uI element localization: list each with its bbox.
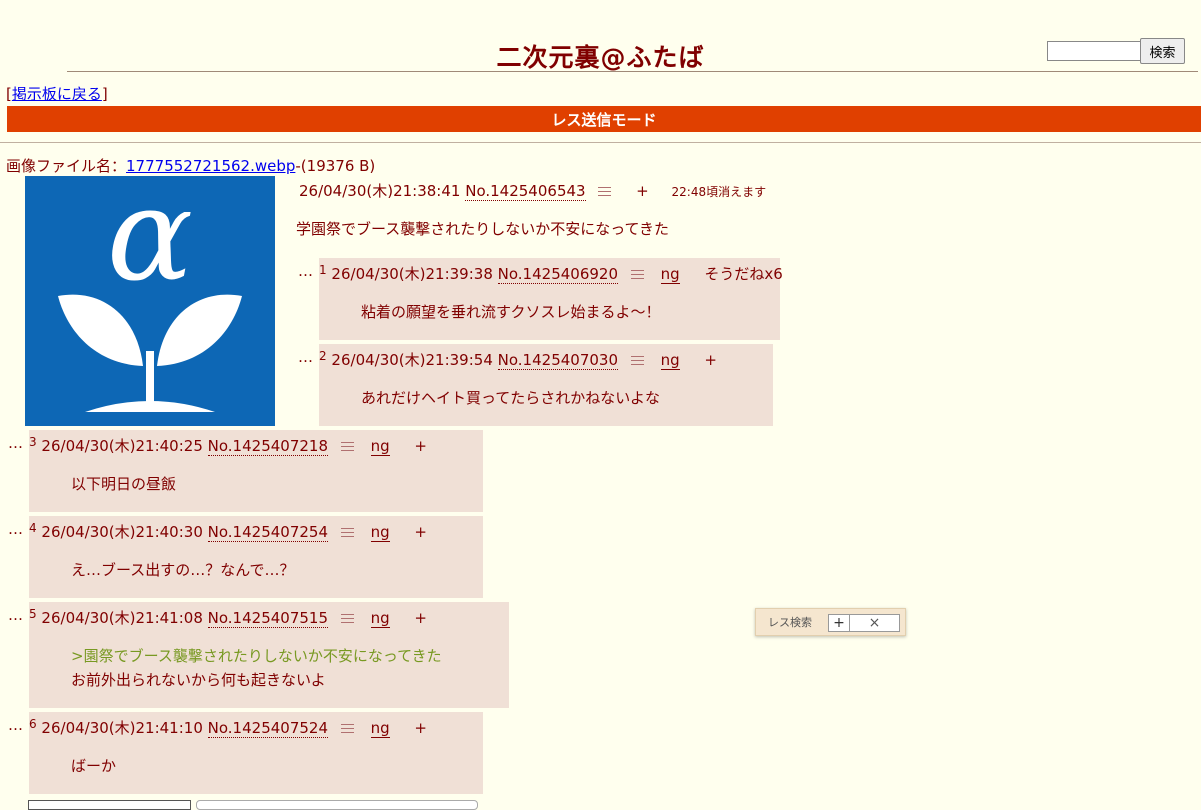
reply-body: 粘着の願望を垂れ流すクソスレ始まるよ～！ [361, 300, 661, 324]
board-title: 二次元裏@ふたば [496, 43, 705, 72]
back-link-container: [掲示板に戻る] [6, 83, 108, 104]
reply-date: 26/04/30(木)21:40:30 [41, 523, 203, 541]
op-thumbnail[interactable]: α [25, 176, 275, 426]
reply-search-label: レス検索 [768, 616, 812, 629]
ng-link[interactable]: ng [660, 351, 680, 370]
quote-line: >園祭でブース襲撃されたりしないか不安になってきた [71, 647, 442, 665]
op-post-number[interactable]: No.1425406543 [465, 182, 586, 201]
title-divider [67, 71, 1198, 72]
post-mode-bar: レス送信モード [7, 106, 1201, 132]
bottom-input-box[interactable] [28, 800, 191, 810]
mode-divider [0, 142, 1201, 143]
reply-number: 3 [29, 435, 37, 449]
list-menu-icon[interactable] [340, 441, 354, 452]
reply-dots: … [298, 262, 313, 280]
reply-2: 2 26/04/30(木)21:39:54 No.1425407030 ng +… [319, 344, 773, 426]
search-input[interactable] [1047, 41, 1143, 61]
reply-meta: 3 26/04/30(木)21:40:25 No.1425407218 ng + [29, 435, 427, 456]
search-button[interactable]: 検索 [1140, 38, 1185, 64]
reply-post-number[interactable]: No.1425407524 [207, 719, 328, 738]
sodane-button[interactable]: + [414, 609, 427, 627]
reply-post-number[interactable]: No.1425407218 [207, 437, 328, 456]
op-plus-button[interactable]: + [636, 182, 649, 200]
reply-line: 粘着の願望を垂れ流すクソスレ始まるよ～！ [361, 303, 661, 321]
reply-5: 5 26/04/30(木)21:41:08 No.1425407515 ng +… [29, 602, 509, 708]
reply-body: 以下明日の昼飯 [71, 472, 176, 496]
sodane-button[interactable]: + [414, 523, 427, 541]
op-meta: 26/04/30(木)21:38:41 No.1425406543 + 22:4… [299, 180, 766, 201]
ng-link[interactable]: ng [370, 437, 390, 456]
reply-meta: 6 26/04/30(木)21:41:10 No.1425407524 ng + [29, 717, 427, 738]
reply-number: 1 [319, 263, 327, 277]
list-menu-icon[interactable] [340, 723, 354, 734]
op-file-info: 画像ファイル名：1777552721562.webp-(19376 B) [6, 155, 375, 176]
reply-post-number[interactable]: No.1425407515 [207, 609, 328, 628]
ng-link[interactable]: ng [370, 719, 390, 738]
alpha-sprout-logo-icon: α [25, 176, 275, 426]
add-icon[interactable]: + [829, 615, 850, 631]
reply-1: 1 26/04/30(木)21:39:38 No.1425406920 ng そ… [319, 258, 783, 340]
bracket-close: ] [101, 85, 108, 103]
list-menu-icon[interactable] [340, 527, 354, 538]
reply-body: え…ブース出すの…？なんで…？ [71, 558, 295, 582]
reply-4: 4 26/04/30(木)21:40:30 No.1425407254 ng +… [29, 516, 483, 598]
reply-3: 3 26/04/30(木)21:40:25 No.1425407218 ng +… [29, 430, 483, 512]
reply-post-number[interactable]: No.1425407254 [207, 523, 328, 542]
list-menu-icon[interactable] [598, 186, 612, 197]
reply-meta: 2 26/04/30(木)21:39:54 No.1425407030 ng + [319, 349, 717, 370]
back-to-board-link[interactable]: 掲示板に戻る [12, 85, 102, 103]
ng-link[interactable]: ng [370, 609, 390, 628]
reply-post-number[interactable]: No.1425406920 [497, 265, 618, 284]
reply-dots: … [298, 348, 313, 366]
reply-body: あれだけヘイト買ってたらされかねないよな [361, 386, 660, 410]
file-size: -(19376 B) [295, 157, 376, 175]
ng-link[interactable]: ng [370, 523, 390, 542]
file-link[interactable]: 1777552721562.webp [126, 157, 295, 175]
reply-date: 26/04/30(木)21:40:25 [41, 437, 203, 455]
reply-line: 以下明日の昼飯 [71, 475, 177, 493]
reply-number: 4 [29, 521, 37, 535]
reply-number: 5 [29, 607, 37, 621]
bottom-input-box-rounded[interactable] [196, 800, 478, 810]
op-body: 学園祭でブース襲撃されたりしないか不安になってきた [296, 220, 670, 238]
reply-line: お前外出られないから何も起きないよ [71, 671, 326, 689]
reply-body: >園祭でブース襲撃されたりしないか不安になってきた お前外出られないから何も起き… [71, 644, 442, 692]
reply-meta: 4 26/04/30(木)21:40:30 No.1425407254 ng + [29, 521, 427, 542]
reply-search-panel: レス検索 + × [755, 608, 906, 636]
reply-meta: 1 26/04/30(木)21:39:38 No.1425406920 ng そ… [319, 263, 783, 284]
reply-dots: … [8, 520, 23, 538]
list-menu-icon[interactable] [630, 269, 644, 280]
reply-dots: … [8, 606, 23, 624]
reply-date: 26/04/30(木)21:39:54 [331, 351, 493, 369]
reply-number: 6 [29, 717, 37, 731]
reply-6: 6 26/04/30(木)21:41:10 No.1425407524 ng +… [29, 712, 483, 794]
reply-date: 26/04/30(木)21:41:08 [41, 609, 203, 627]
op-date: 26/04/30(木)21:38:41 [299, 182, 461, 200]
reply-line: あれだけヘイト買ってたらされかねないよな [361, 389, 660, 407]
sodane-button[interactable]: そうだねx6 [704, 265, 782, 283]
sodane-button[interactable]: + [704, 351, 717, 369]
close-icon[interactable]: × [850, 615, 899, 631]
reply-body: ばーか [71, 754, 116, 778]
reply-post-number[interactable]: No.1425407030 [497, 351, 618, 370]
sodane-button[interactable]: + [414, 719, 427, 737]
list-menu-icon[interactable] [340, 613, 354, 624]
reply-date: 26/04/30(木)21:39:38 [331, 265, 493, 283]
sodane-button[interactable]: + [414, 437, 427, 455]
svg-text:α: α [107, 176, 193, 310]
reply-date: 26/04/30(木)21:41:10 [41, 719, 203, 737]
reply-meta: 5 26/04/30(木)21:41:08 No.1425407515 ng + [29, 607, 427, 628]
reply-search-controls: + × [828, 614, 900, 632]
op-expire-text: 22:48頃消えます [671, 185, 767, 199]
ng-link[interactable]: ng [660, 265, 680, 284]
reply-line: え…ブース出すの…？なんで…？ [71, 561, 295, 579]
list-menu-icon[interactable] [630, 355, 644, 366]
file-label: 画像ファイル名： [6, 157, 127, 175]
reply-dots: … [8, 716, 23, 734]
reply-line: ばーか [71, 757, 117, 775]
reply-number: 2 [319, 349, 327, 363]
reply-dots: … [8, 434, 23, 452]
